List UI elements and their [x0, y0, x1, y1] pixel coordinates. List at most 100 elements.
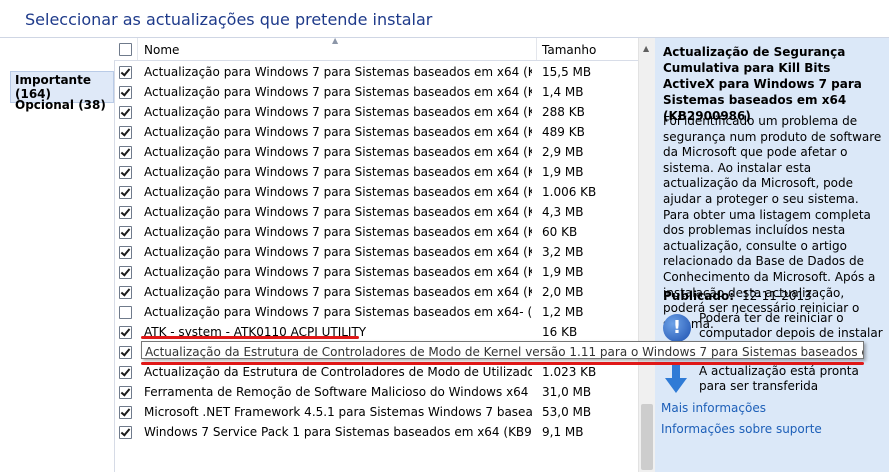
list-item[interactable]: Actualização para Windows 7 para Sistema… [114, 102, 638, 122]
update-size: 1,9 MB [542, 165, 584, 179]
select-all-checkbox[interactable] [119, 43, 132, 56]
updates-list: ▲ Nome Tamanho Actualização para Windows… [114, 38, 638, 472]
list-item[interactable]: Microsoft .NET Framework 4.5.1 para Sist… [114, 402, 638, 422]
detail-panel: Actualização de Segurança Cumulativa par… [655, 38, 889, 472]
row-checkbox[interactable] [119, 166, 132, 179]
update-name: Actualização para Windows 7 para Sistema… [144, 105, 532, 119]
update-size: 53,0 MB [542, 405, 592, 419]
category-nav: Importante (164) Opcional (38) [0, 38, 115, 472]
update-name: Actualização para Windows 7 para Sistema… [144, 185, 532, 199]
list-item[interactable]: Actualização para Windows 7 para Sistema… [114, 242, 638, 262]
update-size: 9,1 MB [542, 425, 584, 439]
row-checkbox[interactable] [119, 146, 132, 159]
list-item[interactable]: Actualização para Windows 7 para Sistema… [114, 222, 638, 242]
update-size: 2,0 MB [542, 285, 584, 299]
more-info-link[interactable]: Mais informações [661, 401, 766, 415]
list-item[interactable]: Actualização para Windows 7 para Sistema… [114, 302, 638, 322]
update-size: 288 KB [542, 105, 585, 119]
published-info: Publicado: 12-11-2013 [663, 289, 812, 303]
download-note: A actualização está pronta para ser tran… [699, 364, 859, 393]
sort-up-icon: ▲ [332, 38, 339, 45]
row-checkbox[interactable] [119, 306, 132, 319]
update-name: Actualização para Windows 7 para Sistema… [144, 125, 532, 139]
list-item[interactable]: Actualização para Windows 7 para Sistema… [114, 162, 638, 182]
published-label: Publicado: [663, 289, 734, 303]
row-checkbox[interactable] [119, 186, 132, 199]
support-info-link[interactable]: Informações sobre suporte [661, 422, 822, 436]
column-separator [137, 38, 138, 60]
row-checkbox[interactable] [119, 226, 132, 239]
list-item[interactable]: Actualização para Windows 7 para Sistema… [114, 82, 638, 102]
nav-item-optional[interactable]: Opcional (38) [15, 98, 106, 112]
info-icon: ! [663, 314, 691, 342]
download-arrow-icon [665, 364, 687, 393]
list-item[interactable]: Actualização para Windows 7 para Sistema… [114, 142, 638, 162]
list-item[interactable]: Actualização da Estrutura de Controlador… [114, 362, 638, 382]
row-checkbox[interactable] [119, 206, 132, 219]
update-size: 2,9 MB [542, 145, 584, 159]
row-tooltip: Actualização da Estrutura de Controlador… [141, 341, 864, 359]
list-item[interactable]: Actualização para Windows 7 para Sistema… [114, 62, 638, 82]
restart-note: Poderá ter de reiniciar o computador dep… [699, 311, 883, 340]
list-item[interactable]: ATK - system - ATK0110 ACPI UTILITY 16 KB [114, 322, 638, 342]
list-item[interactable]: Actualização para Windows 7 para Sistema… [114, 282, 638, 302]
red-underline-annotation [141, 336, 359, 339]
update-name: Actualização para Windows 7 para Sistema… [144, 145, 532, 159]
row-checkbox[interactable] [119, 426, 132, 439]
update-size: 4,3 MB [542, 205, 584, 219]
update-name: Windows 7 Service Pack 1 para Sistemas b… [144, 425, 532, 439]
update-name: Actualização para Windows 7 para Sistema… [144, 305, 532, 319]
row-checkbox[interactable] [119, 246, 132, 259]
row-checkbox[interactable] [119, 66, 132, 79]
list-header: ▲ Nome Tamanho [114, 38, 638, 61]
row-checkbox[interactable] [119, 86, 132, 99]
list-item[interactable]: Actualização para Windows 7 para Sistema… [114, 262, 638, 282]
published-date: 12-11-2013 [742, 289, 812, 303]
row-checkbox[interactable] [119, 366, 132, 379]
update-size: 31,0 MB [542, 385, 592, 399]
update-size: 15,5 MB [542, 65, 592, 79]
update-size: 1,9 MB [542, 265, 584, 279]
list-item[interactable]: Actualização para Windows 7 para Sistema… [114, 202, 638, 222]
update-name: Microsoft .NET Framework 4.5.1 para Sist… [144, 405, 532, 419]
row-checkbox[interactable] [119, 326, 132, 339]
column-header-name[interactable]: Nome [144, 43, 179, 57]
row-checkbox[interactable] [119, 386, 132, 399]
page-title: Seleccionar as actualizações que pretend… [25, 10, 433, 29]
column-separator [536, 38, 537, 60]
row-checkbox[interactable] [119, 106, 132, 119]
update-name: Actualização da Estrutura de Controlador… [144, 365, 532, 379]
list-item[interactable]: Actualização para Windows 7 para Sistema… [114, 182, 638, 202]
detail-title: Actualização de Segurança Cumulativa par… [663, 45, 862, 123]
update-name: Actualização para Windows 7 para Sistema… [144, 265, 532, 279]
row-checkbox[interactable] [119, 126, 132, 139]
red-underline-annotation [141, 362, 864, 365]
update-name: Actualização para Windows 7 para Sistema… [144, 165, 532, 179]
column-header-size[interactable]: Tamanho [542, 43, 596, 57]
update-size: 489 KB [542, 125, 585, 139]
scroll-up-icon[interactable]: ▲ [643, 44, 649, 53]
update-size: 3,2 MB [542, 245, 584, 259]
update-name: Actualização para Windows 7 para Sistema… [144, 65, 532, 79]
list-item[interactable]: Ferramenta de Remoção de Software Malici… [114, 382, 638, 402]
list-item[interactable]: Windows 7 Service Pack 1 para Sistemas b… [114, 422, 638, 442]
row-checkbox[interactable] [119, 406, 132, 419]
update-name: Actualização para Windows 7 para Sistema… [144, 225, 532, 239]
update-size: 60 KB [542, 225, 578, 239]
row-checkbox[interactable] [119, 266, 132, 279]
update-size: 1,4 MB [542, 85, 584, 99]
update-name: Actualização para Windows 7 para Sistema… [144, 245, 532, 259]
update-name: Actualização para Windows 7 para Sistema… [144, 85, 532, 99]
update-size: 1.023 KB [542, 365, 597, 379]
update-name: Ferramenta de Remoção de Software Malici… [144, 385, 532, 399]
update-size: 1,2 MB [542, 305, 584, 319]
row-checkbox[interactable] [119, 286, 132, 299]
list-item[interactable]: Actualização para Windows 7 para Sistema… [114, 122, 638, 142]
update-size: 16 KB [542, 325, 578, 339]
list-scrollbar[interactable]: ▲ [638, 38, 656, 472]
row-checkbox[interactable] [119, 346, 132, 359]
update-name: Actualização para Windows 7 para Sistema… [144, 205, 532, 219]
scroll-thumb[interactable] [641, 404, 653, 470]
update-name: Actualização para Windows 7 para Sistema… [144, 285, 532, 299]
update-size: 1.006 KB [542, 185, 597, 199]
